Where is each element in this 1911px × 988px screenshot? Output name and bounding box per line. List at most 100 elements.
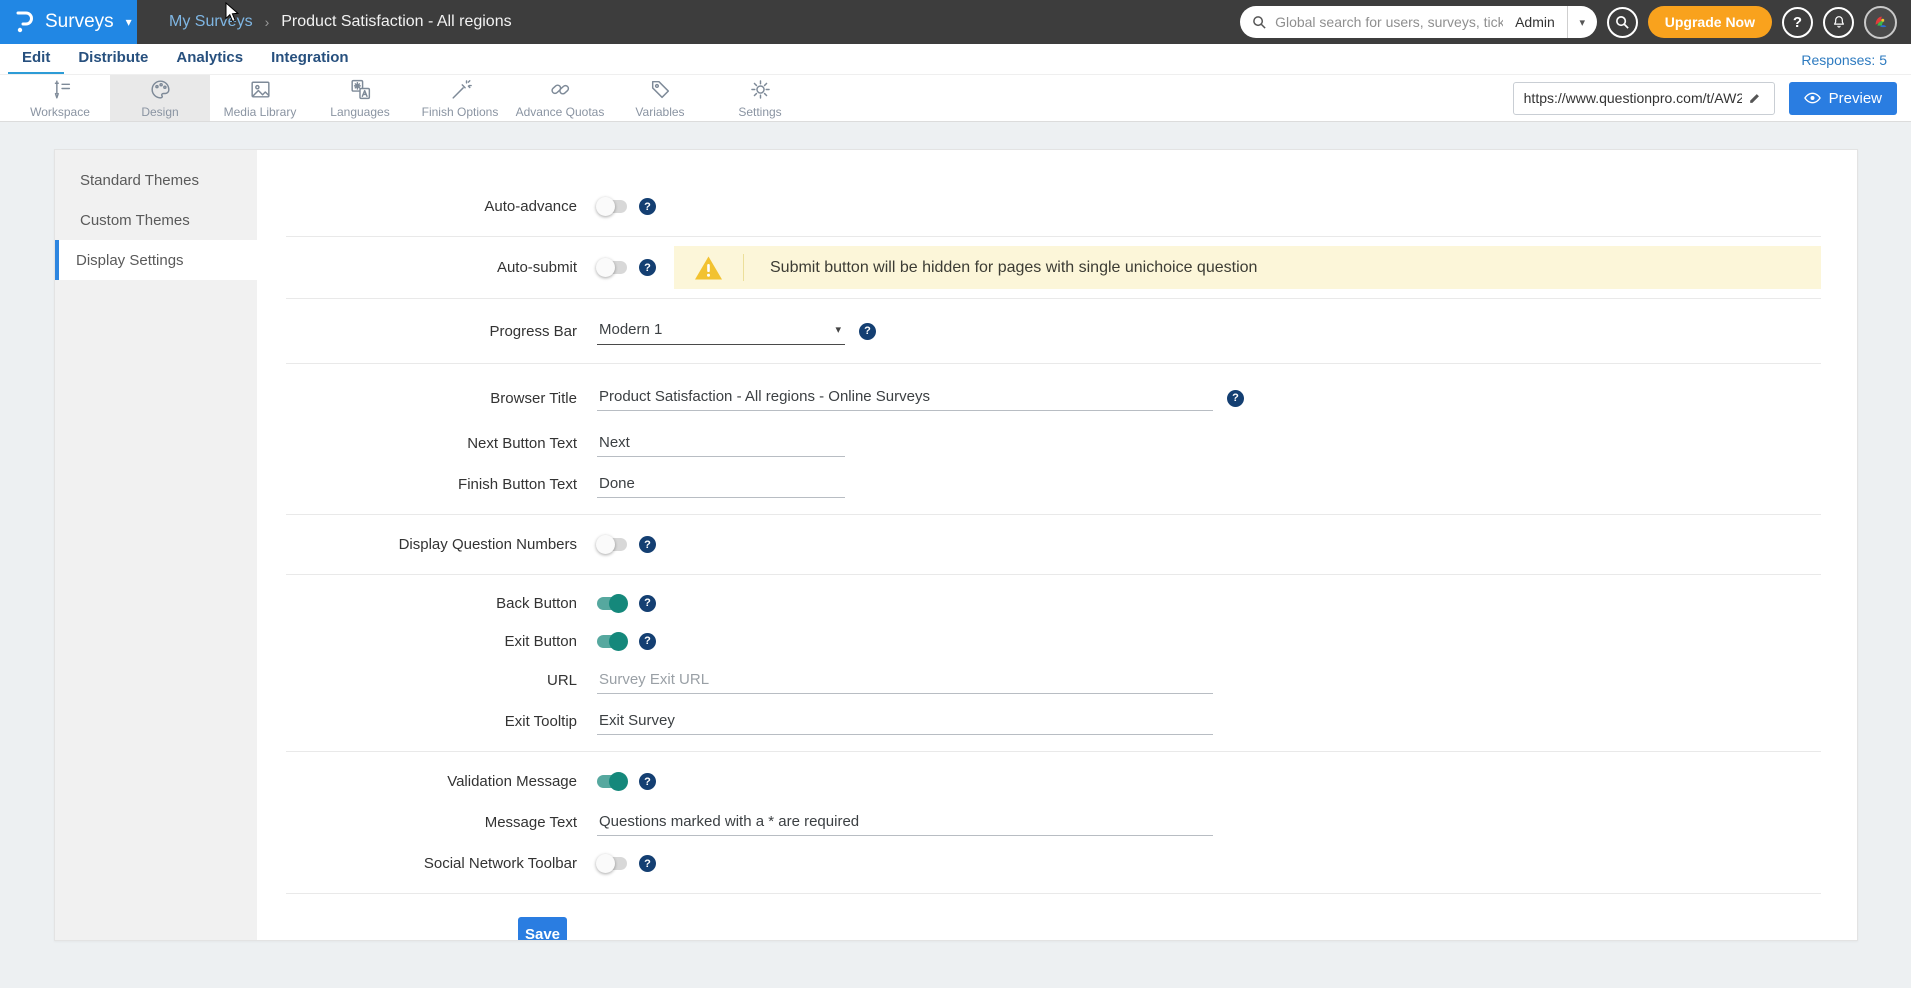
eye-icon	[1804, 92, 1821, 104]
finish-button-text-label: Finish Button Text	[257, 476, 577, 493]
social-network-toolbar-label: Social Network Toolbar	[257, 855, 577, 872]
message-text-row: Message Text	[257, 802, 1857, 843]
message-text-input[interactable]	[597, 810, 1213, 836]
design-sidebar: Standard Themes Custom Themes Display Se…	[55, 150, 257, 940]
section-divider	[286, 514, 1821, 515]
auto-submit-toggle[interactable]	[597, 261, 627, 274]
questionpro-logo-icon	[13, 10, 35, 34]
save-button[interactable]: Save	[518, 917, 567, 940]
auto-advance-label: Auto-advance	[257, 198, 577, 215]
validation-message-label: Validation Message	[257, 773, 577, 790]
tab-edit[interactable]: Edit	[8, 44, 64, 74]
global-search: Admin ▾	[1240, 6, 1597, 38]
display-question-numbers-label: Display Question Numbers	[257, 536, 577, 553]
settings-icon	[748, 77, 773, 102]
social-network-toolbar-toggle[interactable]	[597, 857, 627, 870]
questionpro-brand-menu[interactable]: Surveys ▾	[0, 0, 137, 44]
tab-analytics[interactable]: Analytics	[162, 44, 257, 74]
advance-quotas-icon	[548, 77, 573, 102]
preview-button[interactable]: Preview	[1789, 82, 1897, 115]
toolbar-item-label: Languages	[330, 105, 389, 119]
progress-bar-select[interactable]: Modern 1 ▾	[597, 318, 845, 345]
search-scope-label: Admin	[1503, 14, 1567, 30]
auto-submit-warning: Submit button will be hidden for pages w…	[674, 246, 1821, 289]
select-caret-down-icon: ▾	[835, 323, 841, 336]
toolbar-item-finish-options[interactable]: Finish Options	[410, 75, 510, 121]
global-search-input[interactable]	[1275, 14, 1503, 30]
browser-title-input[interactable]	[597, 385, 1213, 411]
exit-button-label: Exit Button	[257, 633, 577, 650]
toolbar-item-variables[interactable]: Variables	[610, 75, 710, 121]
exit-button-toggle[interactable]	[597, 635, 627, 648]
brand-product-name: Surveys	[45, 11, 114, 33]
section-divider	[286, 298, 1821, 299]
upgrade-now-button[interactable]: Upgrade Now	[1648, 6, 1772, 38]
next-button-text-row: Next Button Text	[257, 423, 1857, 464]
brand-caret-down-icon: ▾	[126, 15, 132, 29]
auto-advance-help-icon[interactable]: ?	[639, 198, 656, 215]
survey-url-box: https://www.questionpro.com/t/AW22ZiOP	[1513, 82, 1775, 115]
search-scope-caret-down-icon[interactable]: ▾	[1567, 6, 1597, 38]
sidebar-item-custom-themes[interactable]: Custom Themes	[55, 200, 257, 240]
validation-message-toggle[interactable]	[597, 775, 627, 788]
browser-title-label: Browser Title	[257, 390, 577, 407]
search-submit-button[interactable]	[1607, 7, 1638, 38]
next-button-text-input[interactable]	[597, 431, 845, 457]
exit-tooltip-input[interactable]	[597, 709, 1213, 735]
auto-advance-row: Auto-advance ?	[257, 186, 1857, 227]
tab-distribute[interactable]: Distribute	[64, 44, 162, 74]
progress-bar-help-icon[interactable]: ?	[859, 323, 876, 340]
toolbar-item-label: Workspace	[30, 105, 90, 119]
responses-count[interactable]: Responses: 5	[1785, 52, 1903, 74]
sidebar-item-display-settings[interactable]: Display Settings	[55, 240, 257, 280]
sidebar-item-standard-themes[interactable]: Standard Themes	[55, 160, 257, 200]
toolbar-item-media-library[interactable]: Media Library	[210, 75, 310, 121]
display-question-numbers-help-icon[interactable]: ?	[639, 536, 656, 553]
toolbar-item-label: Advance Quotas	[516, 105, 605, 119]
exit-url-label: URL	[257, 672, 577, 689]
section-divider	[286, 363, 1821, 364]
browser-title-row: Browser Title ?	[257, 373, 1857, 423]
search-icon	[1252, 15, 1267, 30]
tab-integration[interactable]: Integration	[257, 44, 363, 74]
warning-message-text: Submit button will be hidden for pages w…	[744, 259, 1257, 277]
finish-button-text-input[interactable]	[597, 472, 845, 498]
help-button[interactable]: ?	[1782, 7, 1813, 38]
edit-toolbar: Workspace Design Media Library Languages…	[0, 74, 1911, 122]
design-settings-card: Standard Themes Custom Themes Display Se…	[54, 149, 1858, 941]
section-divider	[286, 893, 1821, 894]
workspace-icon	[48, 77, 73, 102]
exit-button-row: Exit Button ?	[257, 622, 1857, 660]
toolbar-item-settings[interactable]: Settings	[710, 75, 810, 121]
user-avatar[interactable]	[1864, 6, 1897, 39]
finish-options-icon	[448, 77, 473, 102]
display-question-numbers-toggle[interactable]	[597, 538, 627, 551]
breadcrumb-my-surveys-link[interactable]: My Surveys	[169, 13, 253, 31]
back-button-toggle[interactable]	[597, 597, 627, 610]
finish-button-text-row: Finish Button Text	[257, 464, 1857, 505]
breadcrumb-current-survey: Product Satisfaction - All regions	[281, 13, 511, 31]
progress-bar-label: Progress Bar	[257, 323, 577, 340]
auto-submit-help-icon[interactable]: ?	[639, 259, 656, 276]
exit-button-help-icon[interactable]: ?	[639, 633, 656, 650]
validation-message-help-icon[interactable]: ?	[639, 773, 656, 790]
toolbar-item-label: Finish Options	[422, 105, 499, 119]
variables-icon	[648, 77, 673, 102]
display-question-numbers-row: Display Question Numbers ?	[257, 524, 1857, 565]
toolbar-item-label: Design	[141, 105, 178, 119]
display-settings-panel: Auto-advance ? Auto-submit ? Submit butt…	[257, 150, 1857, 940]
survey-module-nav: Edit Distribute Analytics Integration Re…	[0, 44, 1911, 74]
edit-url-pencil-icon[interactable]	[1742, 85, 1768, 111]
browser-title-help-icon[interactable]: ?	[1227, 390, 1244, 407]
back-button-help-icon[interactable]: ?	[639, 595, 656, 612]
exit-url-input[interactable]	[597, 668, 1213, 694]
toolbar-item-workspace[interactable]: Workspace	[10, 75, 110, 121]
notifications-button[interactable]	[1823, 7, 1854, 38]
social-network-toolbar-help-icon[interactable]: ?	[639, 855, 656, 872]
section-divider	[286, 574, 1821, 575]
toolbar-item-languages[interactable]: Languages	[310, 75, 410, 121]
auto-advance-toggle[interactable]	[597, 200, 627, 213]
toolbar-item-design[interactable]: Design	[110, 75, 210, 121]
toolbar-item-advance-quotas[interactable]: Advance Quotas	[510, 75, 610, 121]
back-button-label: Back Button	[257, 595, 577, 612]
